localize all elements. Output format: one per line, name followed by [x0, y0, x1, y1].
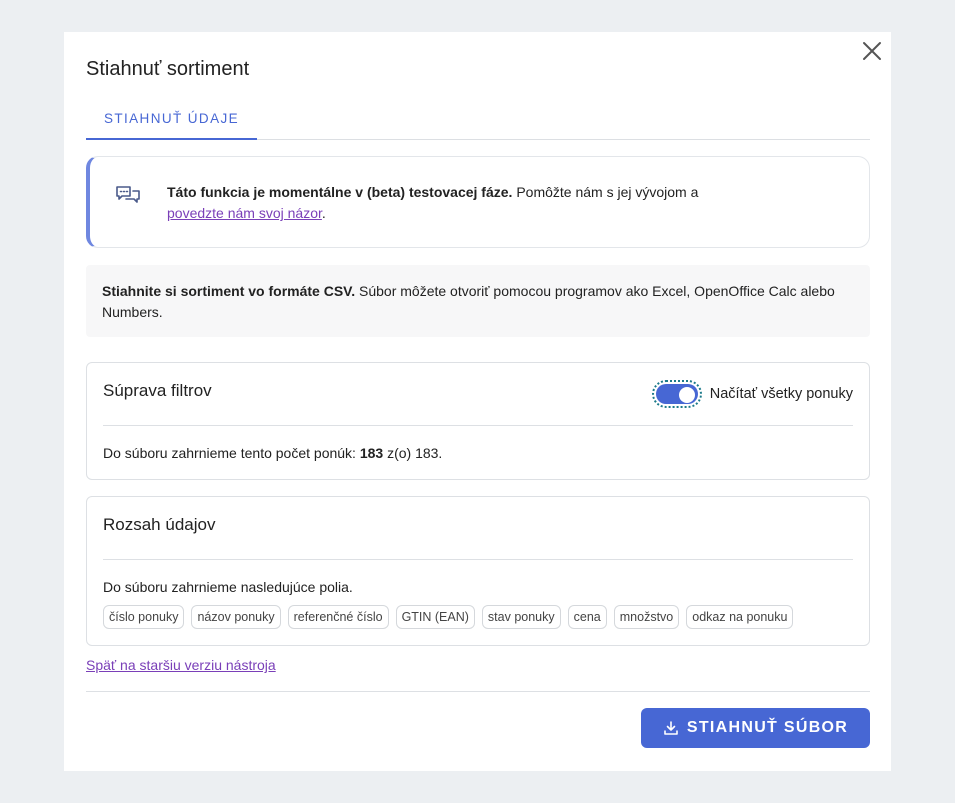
field-chip: stav ponuky: [481, 605, 561, 629]
feedback-chat-icon: [114, 183, 142, 211]
beta-notice-body: Pomôžte nám s jej vývojom a: [512, 184, 699, 200]
download-icon: [664, 721, 678, 735]
field-chip: množstvo: [613, 605, 680, 629]
field-chip-list: číslo ponuky názov ponuky referenčné čís…: [103, 605, 794, 629]
beta-notice-suffix: .: [321, 205, 326, 221]
download-button-label: STIAHNUŤ SÚBOR: [686, 719, 849, 736]
offers-count-text: Do súboru zahrnieme tento počet ponúk: 1…: [103, 445, 442, 461]
fields-text: Do súboru zahrnieme nasledujúce polia.: [103, 579, 353, 595]
dialog-title: Stiahnuť sortiment: [86, 58, 250, 80]
beta-notice-bold: Táto funkcia je momentálne v (beta) test…: [167, 184, 513, 200]
load-all-offers-toggle[interactable]: [651, 380, 702, 408]
field-chip: referenčné číslo: [287, 605, 389, 629]
load-all-offers-toggle-group: Načítať všetky ponuky: [651, 380, 853, 408]
beta-notice: Táto funkcia je momentálne v (beta) test…: [86, 156, 870, 248]
download-assortment-dialog: Stiahnuť sortiment STIAHNUŤ ÚDAJE Táto f…: [64, 32, 891, 771]
close-icon[interactable]: [861, 40, 883, 62]
feedback-link[interactable]: povedzte nám svoj názor: [167, 205, 322, 221]
filters-card-divider: [103, 425, 853, 426]
footer-divider: [86, 691, 870, 692]
filters-card-title: Súprava filtrov: [103, 381, 212, 400]
load-all-offers-label: Načítať všetky ponuky: [709, 386, 853, 402]
data-range-card: Rozsah údajov Do súboru zahrnieme nasled…: [86, 496, 870, 646]
tab-download-data[interactable]: STIAHNUŤ ÚDAJE: [86, 106, 257, 140]
toggle-track: [655, 384, 698, 404]
csv-info-bold: Stiahnite si sortiment vo formáte CSV.: [102, 283, 356, 299]
field-chip: GTIN (EAN): [395, 605, 475, 629]
download-file-button[interactable]: STIAHNUŤ SÚBOR: [641, 708, 870, 748]
csv-info: Stiahnite si sortiment vo formáte CSV. S…: [86, 265, 870, 337]
tab-bar: STIAHNUŤ ÚDAJE: [86, 106, 870, 140]
offers-count-prefix: Do súboru zahrnieme tento počet ponúk:: [103, 445, 360, 461]
data-range-card-divider: [103, 559, 853, 560]
field-chip: názov ponuky: [191, 605, 281, 629]
field-chip: odkaz na ponuku: [686, 605, 794, 629]
field-chip: číslo ponuky: [103, 605, 185, 629]
beta-notice-text: Táto funkcia je momentálne v (beta) test…: [167, 182, 847, 224]
offers-count-suffix: z(o) 183.: [383, 445, 443, 461]
field-chip: cena: [567, 605, 607, 629]
toggle-knob: [678, 387, 695, 403]
old-version-link[interactable]: Späť na staršiu verziu nástroja: [86, 657, 276, 673]
data-range-card-title: Rozsah údajov: [103, 515, 216, 534]
offers-count-value: 183: [359, 445, 384, 461]
filters-card: Súprava filtrov Načítať všetky ponuky Do…: [86, 362, 870, 480]
